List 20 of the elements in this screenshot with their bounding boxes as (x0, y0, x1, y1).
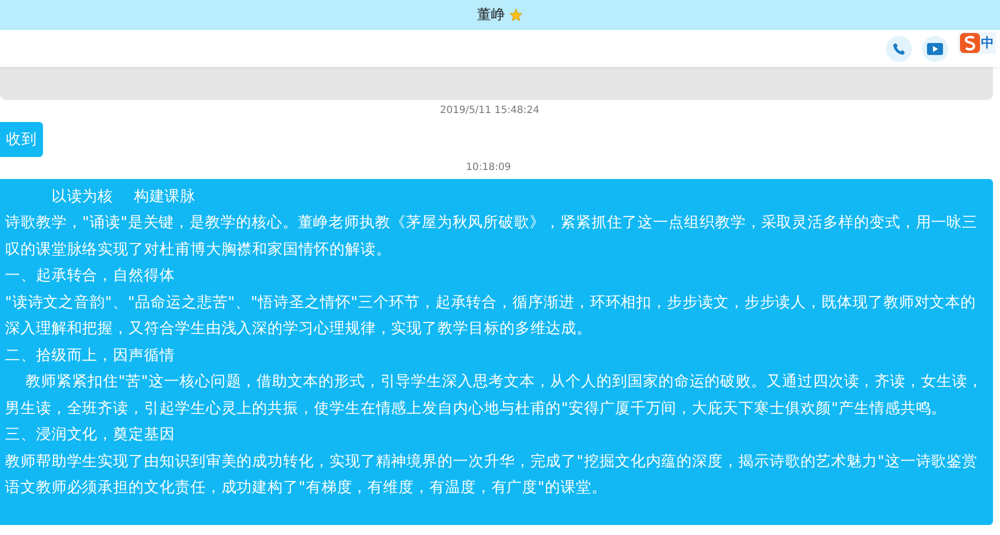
message-paragraph: 一、起承转合，自然得体 (5, 265, 176, 286)
video-button[interactable] (922, 36, 948, 62)
message-timestamp: 10:18:09 (465, 160, 512, 174)
message-paragraph: 二、拾级而上，因声循情 (5, 344, 176, 366)
message-paragraph: 教师紧紧扣住"苦"这一核心问题，借助文本的形式，引导学生深入思考文本，从个人的到国家的命运的破败。又通过四次读，齐读，女生读，男生读，全班齐读，引起学生心灵上的共振，使学生在情感上发自内心地与杜甫的"安得广厦千万间，大庇天下寒士俱欢颜"产生情感共鸣。 (5, 371, 983, 418)
message-paragraph: 语文教师必须承担的文化责任，成功建构了"有梯度，有维度，有温度，有广度"的课堂。 (5, 477, 608, 498)
star-icon (509, 8, 523, 22)
phone-button[interactable] (886, 36, 912, 62)
message-paragraph: 以读为核 构建课脉 (50, 186, 197, 206)
input-method-indicator[interactable]: 中 (958, 32, 996, 54)
input-method-icon (960, 32, 980, 52)
contact-name: 董峥 (477, 6, 505, 24)
phone-icon (892, 42, 906, 56)
message-timestamp: 2019/5/11 15:48:24 (439, 104, 540, 118)
message-paragraph: 诗歌教学，"诵读"是关键，是教学的核心。董峥老师执教《茅屋为秋风所破歌》，紧紧抓住了这一点组织教学，采取灵活多样的变式，用一咏三叹的课堂脉络实现了对杜甫博大胸襟和家国情怀的解读。 (5, 212, 979, 260)
sent-message: 收到 (0, 122, 43, 156)
message-paragraph: 教师帮助学生实现了由知识到审美的成功转化，实现了精神境界的一次升华，完成了"挖掘文化内蕴的深度，揭示诗歌的艺术魅力"这一诗歌鉴赏 (5, 450, 979, 472)
video-icon (927, 42, 943, 54)
message-paragraph: 三、浸润文化，奠定基因 (5, 424, 176, 445)
message-paragraph: "读诗文之音韵"、"品命运之悲苦"、"悟诗圣之情怀"三个环节，起承转合，循序渐进，环环相扣，步步读文，步步读人，既体现了教师对文本的深入理解和把握，又符合学生由浅入深的学习心理规律，实现了教学目标的多维达成。 (5, 292, 978, 339)
